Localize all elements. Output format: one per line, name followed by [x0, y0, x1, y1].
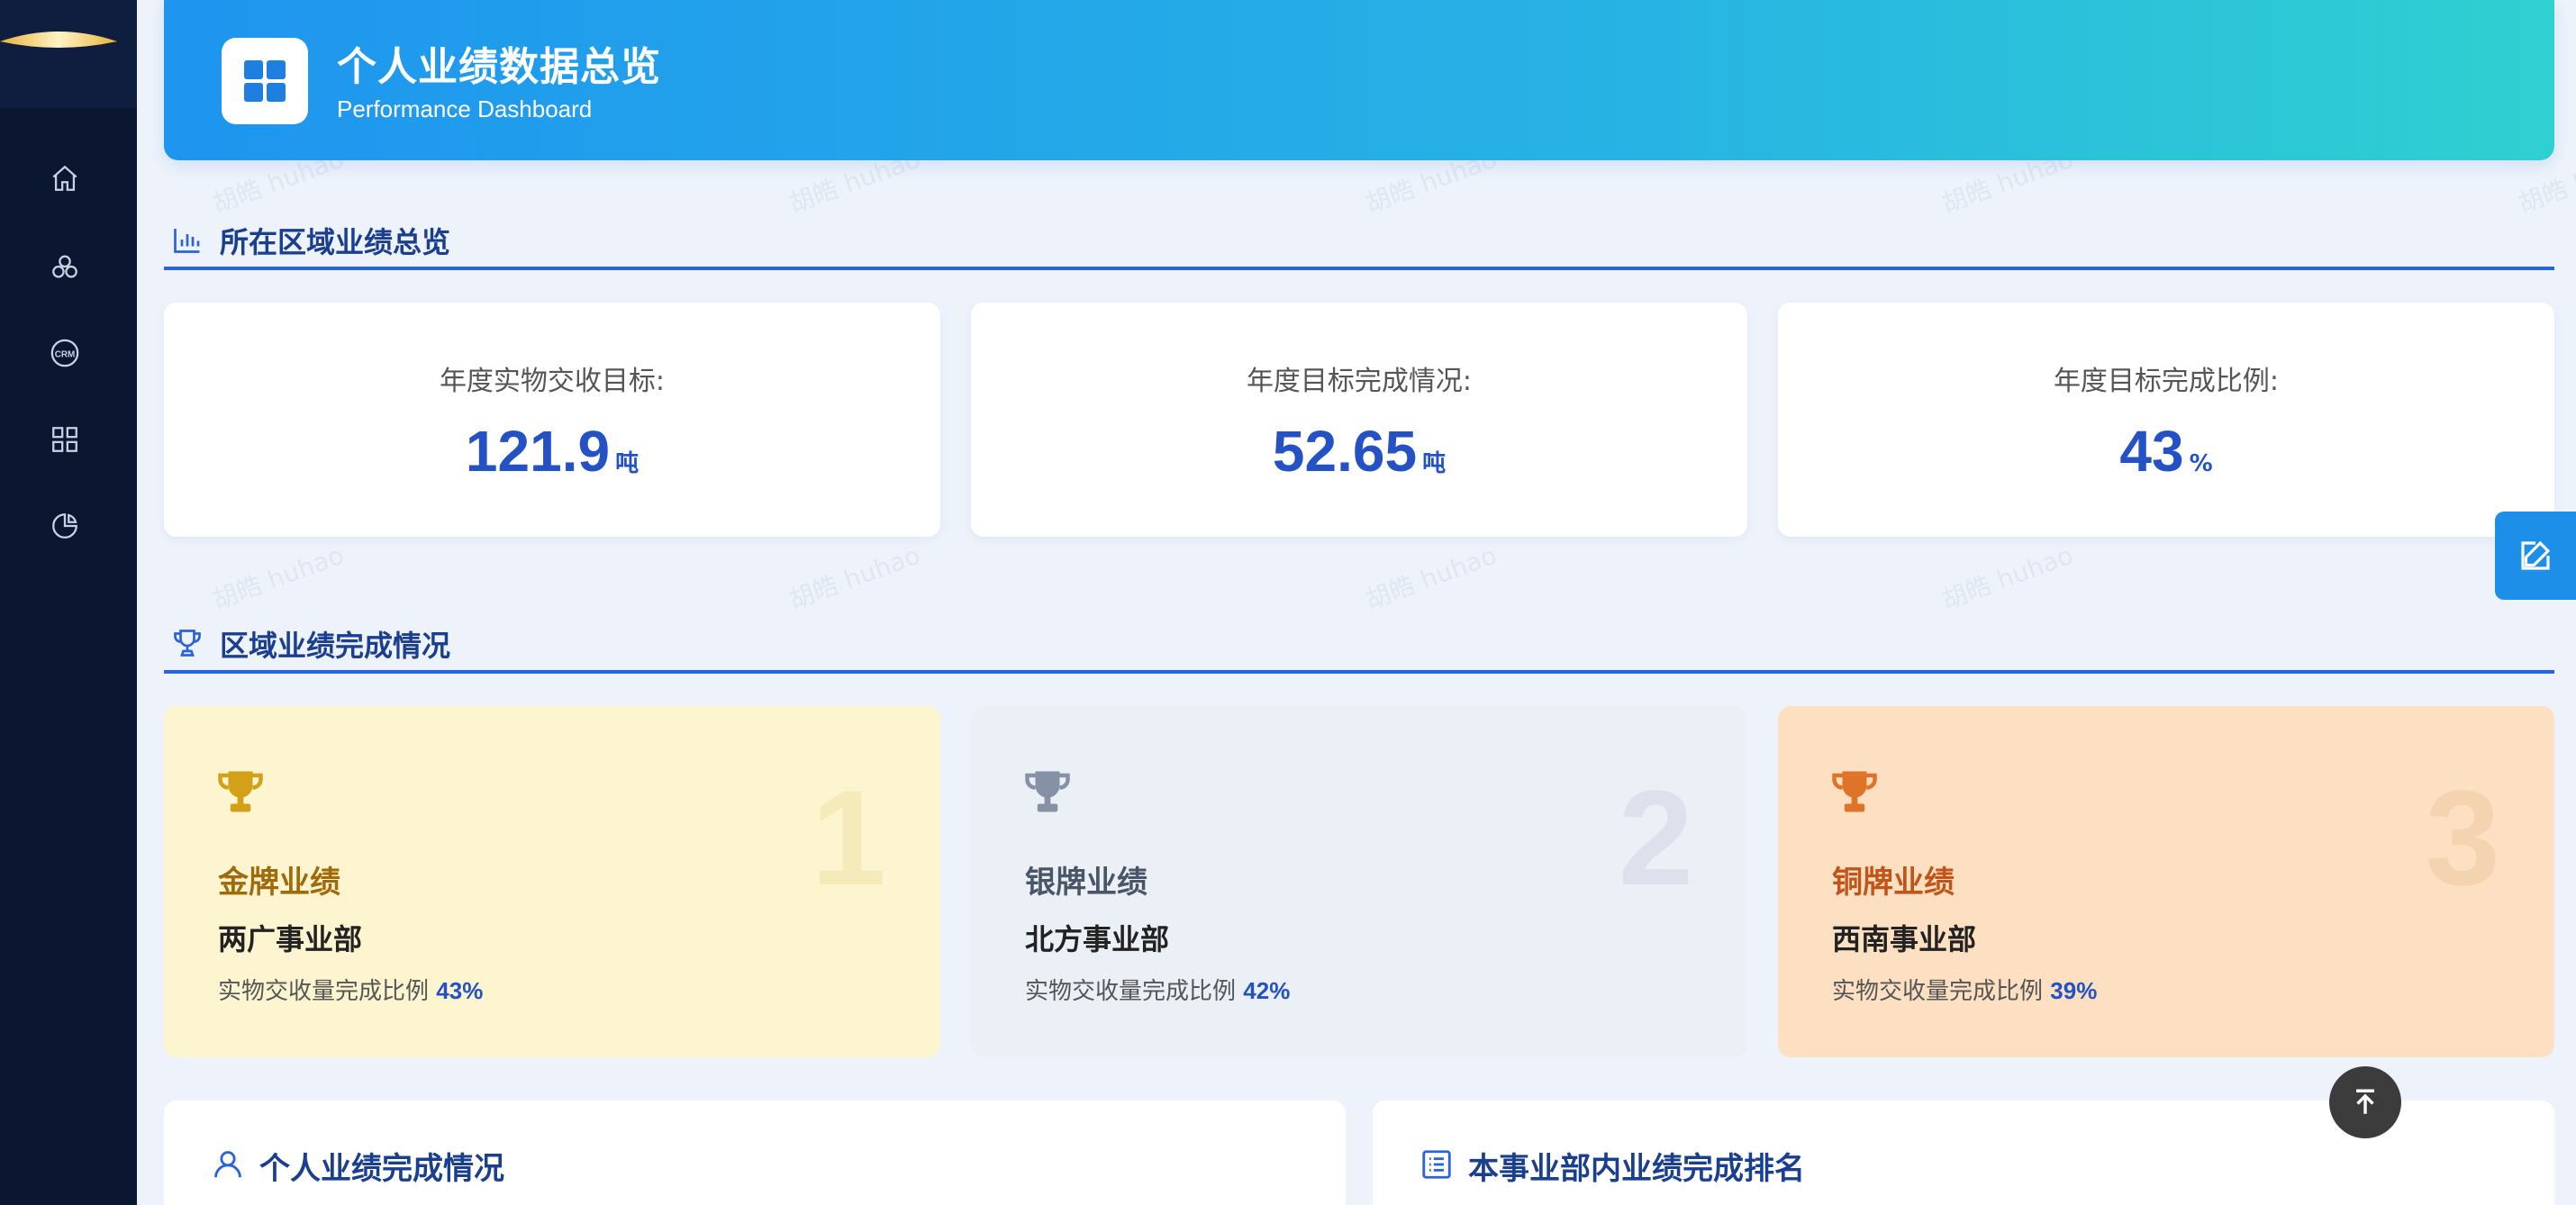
page-title: 个人业绩数据总览: [337, 44, 661, 90]
edit-icon: [2521, 540, 2551, 570]
stat-card-target: 年度实物交收目标: 121.9 吨: [164, 303, 940, 537]
crm-icon: CRM: [50, 339, 79, 367]
ratio-label: 实物交收量完成比例: [1025, 978, 1237, 1005]
section-region-ranking: 区域业绩完成情况: [164, 614, 2554, 674]
bronze-trophy-icon: [1832, 771, 1877, 812]
medal-department: 北方事业部: [1025, 922, 1170, 956]
medal-card-gold: 1 金牌业绩 两广事业部 实物交收量完成比例 43%: [164, 706, 940, 1057]
stat-unit: %: [2189, 450, 2213, 477]
ratio-value: 42%: [1243, 977, 1291, 1004]
edit-button[interactable]: [2495, 512, 2576, 600]
medal-ratio: 实物交收量完成比例 43%: [218, 973, 483, 1006]
sidebar-item-home[interactable]: [47, 160, 83, 196]
sidebar-item-pie[interactable]: [47, 508, 83, 544]
svg-text:CRM: CRM: [55, 349, 76, 359]
section-title: 区域业绩完成情况: [220, 629, 451, 663]
watermark: 胡皓 huhao: [208, 539, 348, 615]
sidebar-item-crm[interactable]: CRM: [47, 335, 83, 371]
sidebar: CRM: [0, 0, 137, 1205]
watermark: 胡皓 huhao: [1937, 539, 2077, 615]
user-icon: [214, 1151, 241, 1178]
logo-icon: [0, 32, 117, 48]
modules-icon: [52, 255, 77, 278]
card-title: 本事业部内业绩完成排名: [1468, 1151, 1805, 1187]
silver-trophy-icon: [1025, 771, 1070, 812]
medal-title: 银牌业绩: [1025, 865, 1147, 901]
stat-label: 年度目标完成比例:: [2053, 366, 2280, 397]
stat-value: 52.65: [1272, 419, 1418, 484]
ratio-label: 实物交收量完成比例: [218, 978, 430, 1005]
rank-number: 1: [811, 762, 886, 913]
section-region-overview: 所在区域业绩总览: [164, 211, 2554, 270]
grid-icon: [52, 427, 77, 452]
medal-card-bronze: 3 铜牌业绩 西南事业部 实物交收量完成比例 39%: [1778, 706, 2554, 1057]
sidebar-item-modules[interactable]: [47, 249, 83, 285]
ratio-label: 实物交收量完成比例: [1832, 978, 2044, 1005]
gold-trophy-icon: [218, 771, 263, 812]
stat-unit: 吨: [615, 450, 639, 477]
home-icon: [52, 165, 77, 191]
list-icon: [1422, 1150, 1451, 1179]
trophy-icon: [174, 630, 201, 657]
page-subtitle: Performance Dashboard: [337, 95, 593, 122]
watermark: 胡皓 huhao: [1361, 539, 1501, 615]
logo: [0, 0, 137, 108]
stat-unit: 吨: [1422, 450, 1447, 477]
sidebar-item-grid[interactable]: [47, 421, 83, 458]
stat-card-ratio: 年度目标完成比例: 43%: [1778, 303, 2554, 537]
stat-label: 年度实物交收目标:: [439, 366, 666, 397]
arrow-up-icon: [2356, 1089, 2374, 1114]
medal-department: 西南事业部: [1832, 922, 1977, 956]
medal-ratio: 实物交收量完成比例 42%: [1025, 973, 1290, 1006]
rank-number: 2: [1618, 762, 1693, 913]
medal-card-silver: 2 银牌业绩 北方事业部 实物交收量完成比例 42%: [971, 706, 1747, 1057]
stat-value: 43: [2119, 419, 2184, 484]
watermark: 胡皓 huhao: [785, 539, 924, 615]
bar-chart-icon: [174, 229, 200, 253]
personal-performance-card: 个人业绩完成情况: [164, 1101, 1346, 1205]
medal-department: 两广事业部: [218, 922, 363, 956]
back-to-top-button[interactable]: [2329, 1066, 2401, 1138]
dashboard-icon: [222, 38, 308, 124]
card-title: 个人业绩完成情况: [259, 1151, 504, 1187]
medal-ratio: 实物交收量完成比例 39%: [1832, 973, 2097, 1006]
stat-value: 121.9: [465, 419, 611, 484]
rank-number: 3: [2425, 762, 2500, 913]
stat-label: 年度目标完成情况:: [1246, 366, 1473, 397]
section-title: 所在区域业绩总览: [220, 225, 451, 259]
main-content: 胡皓 huhao 胡皓 huhao 胡皓 huhao 胡皓 huhao 胡皓 h…: [164, 0, 2576, 1205]
medal-title: 铜牌业绩: [1832, 865, 1955, 901]
medal-title: 金牌业绩: [218, 865, 340, 901]
page-header: 个人业绩数据总览 Performance Dashboard: [164, 0, 2554, 160]
ratio-value: 43%: [436, 977, 484, 1004]
ratio-value: 39%: [2050, 977, 2098, 1004]
stat-card-completed: 年度目标完成情况: 52.65 吨: [971, 303, 1747, 537]
pie-chart-icon: [52, 513, 77, 539]
